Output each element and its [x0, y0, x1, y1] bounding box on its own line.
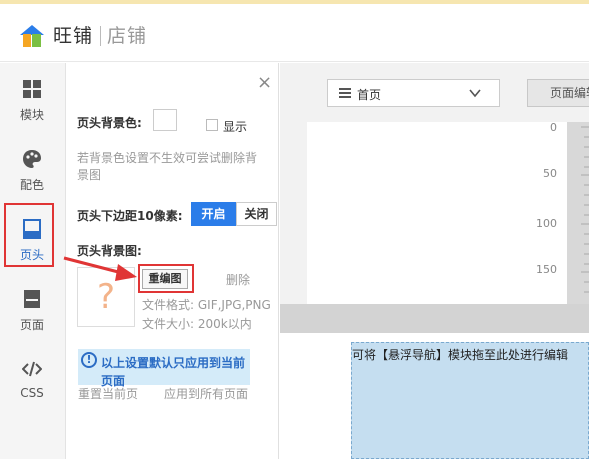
bg-color-label: 页头背景色:	[77, 116, 142, 130]
reset-current-page-link[interactable]: 重置当前页	[78, 385, 138, 402]
margin-label: 页头下边距10像素:	[77, 209, 183, 223]
sidebar-item-modules[interactable]: 模块	[0, 63, 66, 129]
delete-link[interactable]: 删除	[226, 271, 250, 288]
sidebar-item-label: 配色	[19, 178, 44, 192]
show-checkbox[interactable]	[206, 119, 218, 131]
section-divider-band	[280, 304, 589, 333]
drop-zone-text: 可将【悬浮导航】模块拖至此处进行编辑	[352, 348, 569, 362]
ruler-mark: 100	[536, 217, 557, 230]
bg-image-label: 页头背景图:	[77, 244, 142, 258]
ruler-mark: 150	[536, 263, 557, 276]
show-label: 显示	[223, 120, 248, 134]
left-sidebar: 模块 配色 页头 页面 CSS	[0, 63, 66, 459]
bg-color-hint: 若背景色设置不生效可尝试删除背景图	[77, 151, 258, 182]
bg-color-swatch[interactable]	[153, 109, 177, 131]
sidebar-item-label: 模块	[19, 108, 44, 122]
ruler-mark: 50	[543, 167, 557, 180]
sidebar-item-page[interactable]: 页面	[0, 273, 66, 339]
house-logo-icon	[20, 25, 44, 47]
info-icon: !	[81, 352, 97, 368]
grid-icon	[23, 80, 41, 98]
page-edit-button[interactable]: 页面编辑	[527, 79, 589, 107]
page-select-value: 首页	[357, 88, 382, 102]
sidebar-item-label: 页面	[19, 318, 44, 332]
app-header: 旺铺 店铺	[0, 4, 589, 62]
apply-all-pages-link[interactable]: 应用到所有页面	[164, 385, 248, 402]
list-icon	[339, 88, 351, 98]
code-icon	[22, 361, 42, 377]
close-icon[interactable]: ×	[257, 73, 272, 93]
reupload-button[interactable]: 重编图	[142, 269, 188, 289]
file-size-text: 文件大小: 200k以内	[142, 317, 252, 331]
margin-off-button[interactable]: 关闭	[236, 202, 277, 226]
sidebar-item-label: CSS	[20, 386, 44, 400]
bg-image-preview: ?	[77, 267, 135, 327]
highlight-box-header	[4, 203, 54, 267]
header-settings-panel: × 页头背景色: 显示 若背景色设置不生效可尝试删除背景图 页头下边距10像素:…	[67, 63, 279, 459]
chevron-down-icon	[469, 89, 481, 98]
palette-icon	[23, 150, 41, 168]
margin-on-button[interactable]: 开启	[191, 202, 236, 226]
ruler-mark: 0	[550, 121, 557, 134]
page-icon	[24, 290, 40, 308]
file-format-text: 文件格式: GIF,JPG,PNG	[142, 298, 271, 312]
brand-separator	[100, 26, 101, 46]
vertical-ruler	[567, 122, 589, 304]
brand-name: 旺铺	[53, 25, 94, 47]
header-edit-area[interactable]	[307, 122, 569, 304]
brand-subtitle: 店铺	[107, 25, 148, 47]
ruler-ticks	[581, 126, 589, 293]
sidebar-item-colors[interactable]: 配色	[0, 133, 66, 199]
sidebar-item-css[interactable]: CSS	[0, 343, 66, 409]
